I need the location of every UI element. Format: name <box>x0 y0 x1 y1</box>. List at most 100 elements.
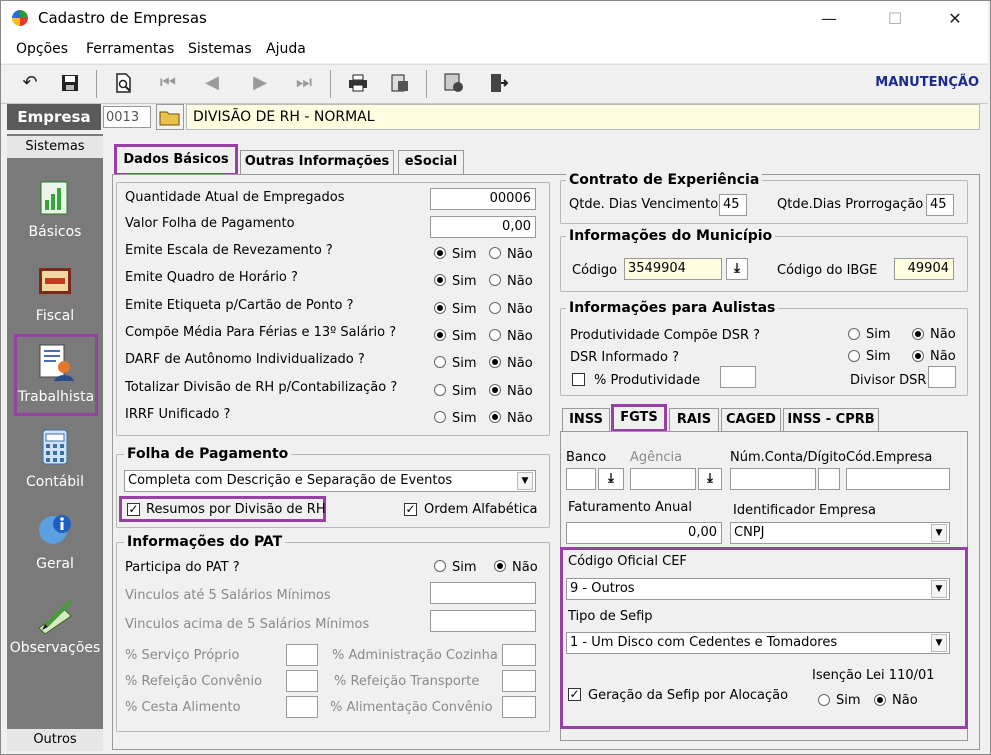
tab-dados-basicos[interactable]: Dados Básicos <box>114 144 238 176</box>
subtab-fgts[interactable]: FGTS <box>611 404 667 432</box>
cef-select[interactable]: 9 - Outros ▼ <box>566 578 950 600</box>
basic-sim-radio[interactable] <box>434 329 446 341</box>
chevron-down-icon[interactable]: ▼ <box>931 634 947 652</box>
prorr-field[interactable]: 45 <box>926 194 954 216</box>
prod-dsr-nao-radio[interactable] <box>912 328 924 340</box>
isencao-nao-label: Não <box>892 693 918 708</box>
agencia-field[interactable] <box>630 468 696 490</box>
empresa-code-field[interactable]: 0013 <box>103 106 151 128</box>
banco-field[interactable] <box>566 468 596 490</box>
refeicao-convenio-field[interactable] <box>286 670 318 692</box>
preview-icon[interactable] <box>110 70 138 96</box>
codigo-municipio-field[interactable]: 3549904 <box>624 258 722 280</box>
sidebar-item-contabil[interactable]: Contábil <box>7 428 103 490</box>
sefip-value: 1 - Um Disco com Cedentes e Tomadores <box>570 635 838 650</box>
cod-empresa-field[interactable] <box>846 468 950 490</box>
basic-nao-radio[interactable] <box>489 356 501 368</box>
tab-esocial[interactable]: eSocial <box>398 150 464 174</box>
sidebar-item-basicos[interactable]: Básicos <box>7 178 103 240</box>
isencao-label: Isenção Lei 110/01 <box>812 668 935 683</box>
report-icon[interactable] <box>386 70 414 96</box>
divisor-dsr-field[interactable] <box>928 366 956 388</box>
menu-sistemas[interactable]: Sistemas <box>188 41 252 57</box>
tab-outras-informacoes[interactable]: Outras Informações <box>240 150 394 174</box>
basic-nao-radio[interactable] <box>489 247 501 259</box>
municipio-lookup-button[interactable]: ⤓ <box>726 258 748 280</box>
maximize-button[interactable]: ☐ <box>872 4 918 34</box>
geracao-sefip-checkbox[interactable]: ✓ <box>568 688 581 701</box>
banco-lookup-button[interactable]: ⤓ <box>598 468 624 490</box>
faturamento-field[interactable]: 0,00 <box>566 522 722 544</box>
sidebar-item-geral[interactable]: Geral <box>7 510 103 572</box>
contrato-title: Contrato de Experiência <box>566 172 763 188</box>
valor-folha-field[interactable]: 0,00 <box>430 216 536 238</box>
sefip-select[interactable]: 1 - Um Disco com Cedentes e Tomadores ▼ <box>566 632 950 654</box>
first-record-icon[interactable]: ⏮ <box>154 70 182 96</box>
last-record-icon[interactable]: ⏭ <box>290 70 318 96</box>
sidebar-item-observacoes[interactable]: Observações <box>7 594 103 656</box>
vinc5-field[interactable] <box>430 582 536 604</box>
basic-nao-radio[interactable] <box>489 411 501 423</box>
subtab-caged[interactable]: CAGED <box>721 408 781 432</box>
ibge-field[interactable]: 49904 <box>894 258 954 280</box>
minimize-button[interactable]: — <box>806 4 852 34</box>
servico-field[interactable] <box>286 644 318 666</box>
folha-select[interactable]: Completa com Descrição e Separação de Ev… <box>124 470 536 492</box>
close-button[interactable]: ✕ <box>932 4 978 34</box>
print-icon[interactable] <box>344 70 372 96</box>
admin-cozinha-field[interactable] <box>502 644 536 666</box>
subtab-inss-cprb[interactable]: INSS - CPRB <box>783 408 879 432</box>
basic-nao-radio[interactable] <box>489 384 501 396</box>
next-record-icon[interactable]: ▶ <box>246 70 274 96</box>
sidebar-item-fiscal[interactable]: Fiscal <box>7 262 103 324</box>
dsr-informado-sim-radio[interactable] <box>848 350 860 362</box>
prod-dsr-sim-radio[interactable] <box>848 328 860 340</box>
basic-sim-radio[interactable] <box>434 302 446 314</box>
menu-ajuda[interactable]: Ajuda <box>266 41 306 57</box>
isencao-nao-radio[interactable] <box>874 694 886 706</box>
basic-sim-radio[interactable] <box>434 356 446 368</box>
menu-ferramentas[interactable]: Ferramentas <box>86 41 174 57</box>
previous-record-icon[interactable]: ◀ <box>198 70 226 96</box>
vinc-acima-field[interactable] <box>430 610 536 632</box>
identificador-select[interactable]: CNPJ ▼ <box>730 522 950 544</box>
basic-nao-radio[interactable] <box>489 329 501 341</box>
alimentacao-convenio-field[interactable] <box>502 696 536 718</box>
pct-produtividade-checkbox[interactable] <box>572 373 585 386</box>
basic-sim-label: Sim <box>452 329 477 344</box>
basic-sim-radio[interactable] <box>434 247 446 259</box>
basic-sim-radio[interactable] <box>434 384 446 396</box>
digito-field[interactable] <box>818 468 840 490</box>
basic-sim-radio[interactable] <box>434 411 446 423</box>
exit-door-icon[interactable] <box>484 70 512 96</box>
subtab-inss[interactable]: INSS <box>562 408 610 432</box>
pct-produtividade-field[interactable] <box>720 366 756 388</box>
conta-field[interactable] <box>730 468 816 490</box>
chevron-down-icon[interactable]: ▼ <box>931 580 947 598</box>
empresa-name-field[interactable]: DIVISÃO DE RH - NORMAL <box>186 104 980 130</box>
subtab-rais[interactable]: RAIS <box>669 408 719 432</box>
basic-nao-radio[interactable] <box>489 274 501 286</box>
chevron-down-icon[interactable]: ▼ <box>931 524 947 542</box>
cesta-alimento-field[interactable] <box>286 696 318 718</box>
qtd-empregados-field[interactable]: 00006 <box>430 188 536 210</box>
settings-icon[interactable] <box>440 70 468 96</box>
isencao-sim-radio[interactable] <box>818 694 830 706</box>
agencia-lookup-button[interactable]: ⤓ <box>698 468 722 490</box>
open-folder-button[interactable] <box>156 104 184 130</box>
undo-icon[interactable]: ↶ <box>16 70 44 96</box>
venc-field[interactable]: 45 <box>719 194 747 216</box>
sidebar-footer[interactable]: Outros <box>7 729 103 751</box>
menu-opcoes[interactable]: Opções <box>16 41 68 57</box>
refeicao-transporte-field[interactable] <box>502 670 536 692</box>
basic-nao-radio[interactable] <box>489 302 501 314</box>
ordem-checkbox[interactable]: ✓ <box>404 503 417 516</box>
chevron-down-icon[interactable]: ▼ <box>517 472 533 490</box>
sidebar-item-trabalhista[interactable]: Trabalhista <box>14 334 98 416</box>
resumos-checkbox[interactable]: ✓ <box>127 503 140 516</box>
dsr-informado-nao-radio[interactable] <box>912 350 924 362</box>
participa-nao-radio[interactable] <box>494 560 506 572</box>
save-icon[interactable] <box>56 70 84 96</box>
participa-sim-radio[interactable] <box>434 560 446 572</box>
basic-sim-radio[interactable] <box>434 274 446 286</box>
